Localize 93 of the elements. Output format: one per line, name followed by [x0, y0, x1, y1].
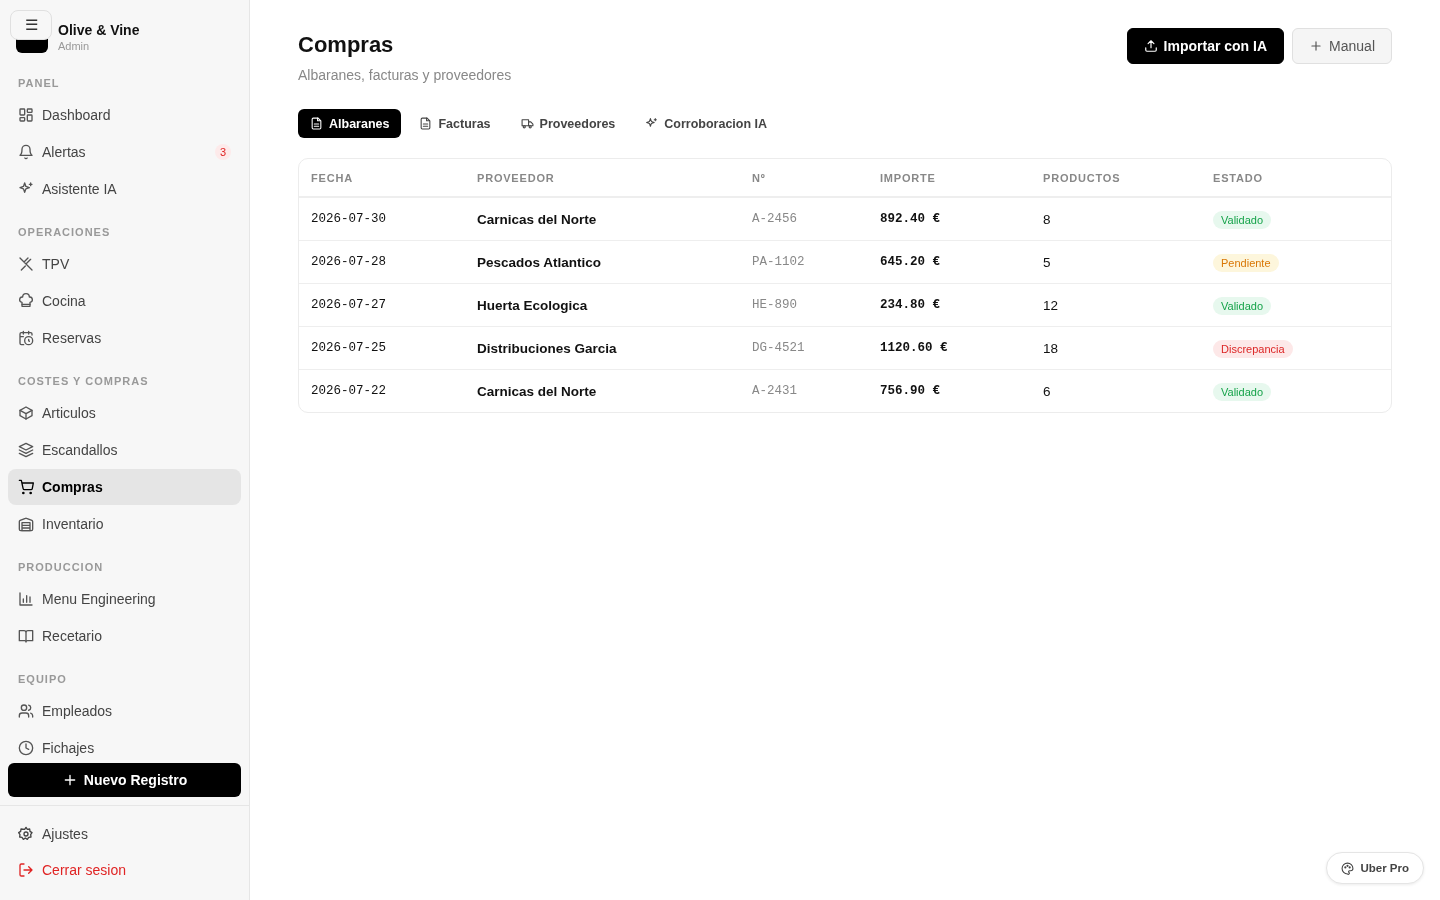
table-cell: 892.40 € — [868, 198, 1031, 241]
package-icon — [18, 405, 34, 421]
sidebar-item[interactable]: Inventario — [8, 506, 241, 542]
sidebar-item[interactable]: Recetario — [8, 618, 241, 654]
table-cell-text: Carnicas del Norte — [476, 382, 598, 401]
logout-icon — [18, 862, 34, 878]
sidebar-item[interactable]: Asistente IA — [8, 171, 241, 207]
table-cell: 2026-07-28 — [299, 241, 465, 284]
sidebar-item[interactable]: Cocina — [8, 283, 241, 319]
sidebar-item[interactable]: Ajustes — [8, 816, 241, 852]
sidebar-item[interactable]: Compras — [8, 469, 241, 505]
manual-button[interactable]: Manual — [1292, 28, 1392, 64]
clock-icon — [18, 740, 34, 756]
utensils-icon — [18, 256, 34, 272]
sidebar-item[interactable]: Fichajes — [8, 730, 241, 763]
sidebar-item[interactable]: Alertas 3 — [8, 134, 241, 170]
table-cell: Carnicas del Norte — [465, 198, 740, 241]
upload-icon — [1143, 39, 1158, 53]
table-cell: Pescados Atlantico — [465, 241, 740, 284]
status-badge: Validado — [1213, 210, 1271, 229]
table-cell: 2026-07-25 — [299, 327, 465, 370]
count-badge: 3 — [214, 144, 231, 160]
cart-icon — [18, 479, 34, 495]
sidebar-item[interactable]: Reservas — [8, 320, 241, 356]
settings-icon — [18, 826, 34, 842]
document-icon — [419, 117, 433, 130]
table-cell: 2026-07-30 — [299, 198, 465, 241]
table-cell-text: A-2431 — [751, 383, 798, 400]
table-cell: Distribuciones Garcia — [465, 327, 740, 370]
sidebar-item[interactable]: Escandallos — [8, 432, 241, 468]
sparkles-icon — [645, 117, 659, 130]
book-icon — [18, 628, 34, 644]
table-cell-text: 6 — [1042, 382, 1052, 401]
table-cell: 2026-07-27 — [299, 284, 465, 327]
layers-icon — [18, 442, 34, 458]
table-cell: Huerta Ecologica — [465, 284, 740, 327]
section-heading: EQUIPO — [17, 672, 68, 687]
status-badge: Validado — [1213, 296, 1271, 315]
truck-icon — [520, 117, 534, 130]
section-heading: COSTES Y COMPRAS — [17, 374, 150, 389]
sidebar-item[interactable]: Cerrar sesion — [8, 852, 241, 888]
table-cell-text: 756.90 € — [879, 383, 941, 400]
user-role: Admin — [58, 40, 91, 52]
status-badge: Validado — [1213, 382, 1271, 401]
table-cell: 1120.60 € — [868, 327, 1031, 370]
document-icon — [310, 117, 323, 130]
table-cell: 5 — [1031, 241, 1201, 284]
new-record-button[interactable]: Nuevo Registro — [8, 763, 241, 797]
table-cell: 12 — [1031, 284, 1201, 327]
chef-hat-icon — [18, 293, 34, 309]
table-cell: 8 — [1031, 198, 1201, 241]
section-heading: PRODUCCION — [17, 560, 105, 575]
calendar-clock-icon — [18, 330, 34, 346]
status-badge: Pendiente — [1213, 253, 1279, 272]
warehouse-icon — [18, 516, 34, 532]
tab[interactable]: Proveedores — [508, 109, 628, 138]
sidebar-item[interactable]: Articulos — [8, 395, 241, 431]
sidebar-item[interactable]: Menu Engineering — [8, 581, 241, 617]
palette-icon — [1341, 861, 1355, 875]
column-header: PROVEEDOR — [465, 159, 740, 198]
sidebar-item[interactable]: Dashboard — [8, 97, 241, 133]
plus-icon — [1309, 39, 1324, 53]
column-header: IMPORTE — [868, 159, 1031, 198]
sidebar-item[interactable]: TPV — [8, 246, 241, 282]
sidebar-item[interactable]: Empleados — [8, 693, 241, 729]
table-cell: 18 — [1031, 327, 1201, 370]
bar-chart-icon — [18, 591, 34, 607]
table-cell: HE-890 — [740, 284, 868, 327]
grid-icon — [18, 107, 34, 123]
menu-button[interactable]: ☰ — [10, 10, 52, 40]
pro-button[interactable]: Uber Pro — [1326, 852, 1424, 884]
users-icon — [18, 703, 34, 719]
import-button[interactable]: Importar con IA — [1126, 28, 1285, 64]
page-title: Compras — [298, 32, 395, 58]
table-cell: 234.80 € — [868, 284, 1031, 327]
bell-icon — [18, 144, 34, 160]
column-header: Nº — [740, 159, 868, 198]
table-cell: PA-1102 — [740, 241, 868, 284]
page-subtitle: Albaranes, facturas y proveedores — [298, 67, 512, 83]
table-cell: 645.20 € — [868, 241, 1031, 284]
tab[interactable]: Facturas — [407, 109, 503, 138]
tab[interactable]: Corroboracion IA — [633, 109, 780, 138]
table-cell-text: 2026-07-22 — [310, 383, 387, 400]
column-header: ESTADO — [1201, 159, 1391, 198]
column-header: PRODUCTOS — [1031, 159, 1201, 198]
brand-name: Olive & Vine — [58, 22, 140, 38]
column-header: FECHA — [299, 159, 465, 198]
table-cell: A-2456 — [740, 198, 868, 241]
section-heading: PANEL — [17, 76, 61, 91]
tab[interactable]: Albaranes — [298, 109, 402, 138]
table-cell: DG-4521 — [740, 327, 868, 370]
status-badge: Discrepancia — [1213, 339, 1293, 358]
section-heading: OPERACIONES — [17, 225, 112, 240]
